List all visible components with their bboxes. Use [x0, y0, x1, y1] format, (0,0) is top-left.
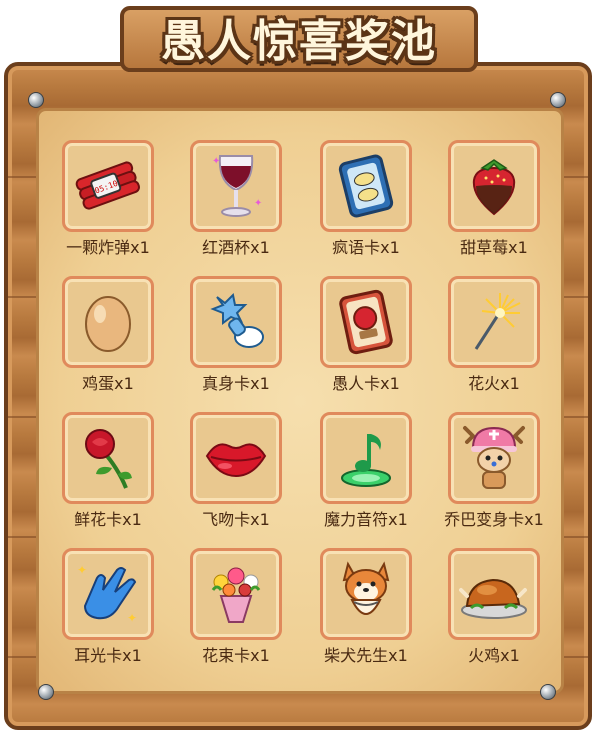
lips-icon — [203, 436, 269, 480]
item-label: 花束卡x1 — [202, 646, 270, 665]
item-label: 红酒杯x1 — [202, 238, 270, 257]
nail-icon — [28, 92, 44, 108]
prize-item[interactable]: ✦ ✦ 耳光卡x1 — [48, 544, 176, 674]
prize-item[interactable]: 花束卡x1 — [176, 544, 304, 674]
egg-icon — [82, 290, 134, 354]
true-form-card-icon — [203, 289, 269, 355]
item-slot — [448, 276, 540, 368]
prize-item[interactable]: 魔力音符x1 — [306, 408, 434, 538]
strawberry-icon — [464, 154, 524, 218]
prize-item[interactable]: 鲜花卡x1 — [48, 408, 176, 538]
nail-icon — [550, 92, 566, 108]
item-label: 疯语卡x1 — [332, 238, 400, 257]
shiba-dog-icon — [336, 558, 396, 630]
prize-grid: 05:10 一颗炸弹x1 ✦ ✦ 红酒杯x1 疯语卡x1 甜草莓x1 鸡蛋x1 … — [48, 136, 556, 676]
item-slot: ✦ ✦ — [62, 548, 154, 640]
prize-item[interactable]: 花火x1 — [434, 272, 562, 402]
prize-item[interactable]: 柴犬先生x1 — [306, 544, 434, 674]
item-label: 飞吻卡x1 — [202, 510, 270, 529]
item-slot: ✦ ✦ — [190, 140, 282, 232]
rose-icon — [78, 424, 138, 492]
prize-item[interactable]: 飞吻卡x1 — [176, 408, 304, 538]
item-label: 乔巴变身卡x1 — [444, 510, 544, 529]
item-slot: 05:10 — [62, 140, 154, 232]
dynamite-icon: 05:10 — [73, 156, 143, 216]
svg-text:✦: ✦ — [77, 563, 87, 577]
music-note-icon — [334, 426, 398, 490]
svg-text:✦: ✦ — [212, 156, 220, 167]
item-slot — [190, 412, 282, 504]
item-slot — [62, 412, 154, 504]
item-label: 真身卡x1 — [202, 374, 270, 393]
slap-hand-icon: ✦ ✦ — [75, 560, 141, 628]
item-label: 柴犬先生x1 — [324, 646, 408, 665]
item-slot — [190, 276, 282, 368]
item-label: 魔力音符x1 — [324, 510, 408, 529]
item-slot — [320, 412, 412, 504]
prize-item[interactable]: 疯语卡x1 — [306, 136, 434, 266]
item-label: 鸡蛋x1 — [82, 374, 134, 393]
item-label: 耳光卡x1 — [74, 646, 142, 665]
item-slot — [190, 548, 282, 640]
prize-pool-board: 愚人惊喜奖池 05:10 一颗炸弹x1 ✦ ✦ 红酒杯x1 疯语卡x1 甜草莓x… — [0, 0, 597, 735]
fool-card-icon — [335, 288, 397, 356]
item-slot — [448, 548, 540, 640]
prize-item[interactable]: 05:10 一颗炸弹x1 — [48, 136, 176, 266]
svg-text:✦: ✦ — [254, 198, 262, 209]
sparkler-icon — [462, 289, 526, 355]
item-slot — [320, 276, 412, 368]
nail-icon — [540, 684, 556, 700]
item-slot — [448, 140, 540, 232]
item-slot — [320, 548, 412, 640]
roast-turkey-icon — [459, 566, 529, 622]
prize-item[interactable]: 火鸡x1 — [434, 544, 562, 674]
nail-icon — [38, 684, 54, 700]
prize-item[interactable]: 甜草莓x1 — [434, 136, 562, 266]
prize-item[interactable]: ✦ ✦ 红酒杯x1 — [176, 136, 304, 266]
item-label: 火鸡x1 — [468, 646, 520, 665]
crazy-words-card-icon — [335, 153, 397, 219]
chopper-icon — [461, 422, 527, 494]
wine-glass-icon: ✦ ✦ — [206, 150, 266, 222]
prize-item[interactable]: 乔巴变身卡x1 — [434, 408, 562, 538]
page-title: 愚人惊喜奖池 — [161, 16, 437, 67]
prize-item[interactable]: 真身卡x1 — [176, 272, 304, 402]
bouquet-icon — [203, 560, 269, 628]
item-slot — [62, 276, 154, 368]
svg-text:✦: ✦ — [127, 611, 137, 625]
item-label: 一颗炸弹x1 — [66, 238, 150, 257]
prize-item[interactable]: 愚人卡x1 — [306, 272, 434, 402]
item-slot — [320, 140, 412, 232]
item-label: 愚人卡x1 — [332, 374, 400, 393]
item-slot — [448, 412, 540, 504]
item-label: 花火x1 — [468, 374, 520, 393]
item-label: 鲜花卡x1 — [74, 510, 142, 529]
prize-item[interactable]: 鸡蛋x1 — [48, 272, 176, 402]
item-label: 甜草莓x1 — [460, 238, 528, 257]
